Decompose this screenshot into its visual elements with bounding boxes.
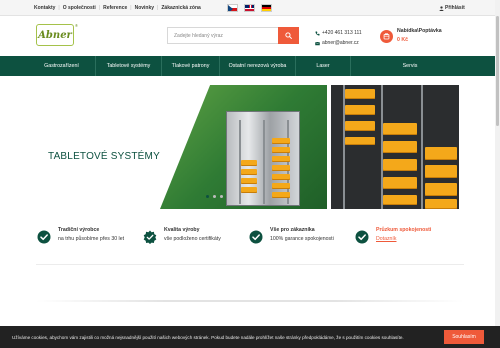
separator: |	[58, 5, 60, 11]
search-button[interactable]	[278, 27, 299, 44]
scrollbar-thumb[interactable]	[496, 16, 499, 126]
badge-check-icon	[143, 230, 157, 244]
benefit-title: Kvalita výroby	[164, 227, 200, 233]
phone-icon	[315, 31, 320, 35]
logo-registered-mark: ®	[75, 23, 78, 28]
page-scrollbar[interactable]	[495, 0, 500, 348]
login-link[interactable]: Přihlásit	[439, 0, 465, 16]
benefit-title: Tradiční výrobce	[58, 227, 100, 233]
top-link-contacts[interactable]: Kontakty	[34, 5, 55, 11]
benefit-title: Průzkum spokojenosti	[376, 227, 432, 233]
benefit-item-survey: Průzkum spokojenosti Dotazník	[355, 226, 461, 264]
nav-item-pressure-cartridges[interactable]: Tlakové patrony	[162, 56, 220, 76]
search-icon	[285, 32, 292, 39]
check-circle-icon	[355, 230, 369, 244]
top-link-about[interactable]: O společnosti	[63, 5, 96, 11]
nav-item-stainless-production[interactable]: Ostatní nerezová výroba	[220, 56, 296, 76]
contact-info: +420 461 313 111 abner@abner.cz	[315, 28, 362, 48]
benefit-item: Kvalita výroby vše podloženo certifikáty	[143, 226, 249, 264]
slider-dots	[206, 195, 223, 198]
check-circle-icon	[249, 230, 263, 244]
slider-dot-3[interactable]	[220, 195, 223, 198]
top-link-references[interactable]: Reference	[103, 5, 127, 11]
benefit-desc: na trhu působíme přes 30 let	[58, 236, 125, 242]
benefit-text: Tradiční výrobce na trhu působíme přes 3…	[58, 226, 124, 244]
cookie-bar: Užíváme cookies, abychom vám zajistili c…	[0, 326, 500, 348]
flag-cz-icon[interactable]	[227, 4, 238, 12]
hero-title: TABLETOVÉ SYSTÉMY	[48, 151, 160, 162]
benefit-item: Vše pro zákazníka 100% garance spokojeno…	[249, 226, 355, 264]
top-links: Kontakty | O společnosti | Reference | N…	[34, 0, 201, 16]
search-input[interactable]	[167, 27, 278, 44]
tray-cart-image	[226, 111, 300, 206]
nav-item-gastro[interactable]: Gastrozařízení	[28, 56, 96, 76]
benefit-title: Vše pro zákazníka	[270, 227, 315, 233]
flag-gb-icon[interactable]	[244, 4, 255, 12]
logo[interactable]: Abner ®	[36, 23, 78, 46]
nav-item-service[interactable]: Servis	[351, 56, 469, 76]
main-nav-items: Gastrozařízení Tabletové systémy Tlakové…	[28, 56, 469, 76]
slider-dot-2[interactable]	[213, 195, 216, 198]
nav-item-tablet-systems[interactable]: Tabletové systémy	[96, 56, 162, 76]
user-icon	[439, 5, 444, 11]
separator: |	[157, 5, 159, 11]
benefits-row: Tradiční výrobce na trhu působíme přes 3…	[37, 226, 461, 264]
cart-icon-circle	[380, 29, 393, 43]
benefit-item: Tradiční výrobce na trhu působíme přes 3…	[37, 226, 143, 264]
flag-de-icon[interactable]	[261, 4, 272, 12]
slider-dot-1[interactable]	[206, 195, 209, 198]
logo-text: Abner	[38, 29, 72, 41]
phone-number: +420 461 313 111	[322, 30, 362, 36]
cart-price: 0 Kč	[397, 37, 408, 43]
login-label: Přihlásit	[445, 5, 465, 11]
cart-icon	[383, 32, 390, 39]
benefit-desc: vše podloženo certifikáty	[164, 236, 221, 242]
divider	[36, 264, 464, 265]
benefit-text: Průzkum spokojenosti Dotazník	[376, 226, 431, 244]
email-icon	[315, 41, 320, 45]
divider	[36, 300, 464, 302]
cookie-text: Užíváme cookies, abychom vám zajistili c…	[12, 334, 404, 340]
separator: |	[130, 5, 132, 11]
survey-link[interactable]: Dotazník	[376, 235, 431, 244]
inquiry-cart[interactable]: Nabídka\Poptávka 0 Kč	[380, 27, 442, 45]
nav-item-laser[interactable]: Laser	[296, 56, 351, 76]
tray-closeup-image[interactable]	[331, 85, 459, 209]
hero-slide[interactable]: TABLETOVÉ SYSTÉMY	[36, 85, 327, 209]
benefit-text: Vše pro zákazníka 100% garance spokojeno…	[270, 226, 334, 244]
benefit-text: Kvalita výroby vše podloženo certifikáty	[164, 226, 221, 244]
cookie-accept-button[interactable]: Souhlasím	[444, 330, 484, 344]
benefit-desc: 100% garance spokojenosti	[270, 236, 334, 242]
cart-title: Nabídka\Poptávka	[397, 28, 442, 34]
top-link-customer-zone[interactable]: Zákaznická zóna	[161, 5, 200, 11]
language-switcher	[227, 4, 272, 12]
main-nav: Gastrozařízení Tabletové systémy Tlakové…	[0, 56, 500, 76]
phone-link[interactable]: +420 461 313 111	[315, 28, 362, 38]
top-link-news[interactable]: Novinky	[135, 5, 154, 11]
separator: |	[98, 5, 101, 11]
top-bar: Kontakty | O společnosti | Reference | N…	[0, 0, 500, 16]
search-bar	[167, 27, 299, 44]
cart-text: Nabídka\Poptávka 0 Kč	[397, 27, 442, 45]
hero-section: TABLETOVÉ SYSTÉMY	[0, 76, 500, 224]
email-link[interactable]: abner@abner.cz	[315, 38, 362, 48]
email-address: abner@abner.cz	[322, 40, 359, 46]
check-circle-icon	[37, 230, 51, 244]
